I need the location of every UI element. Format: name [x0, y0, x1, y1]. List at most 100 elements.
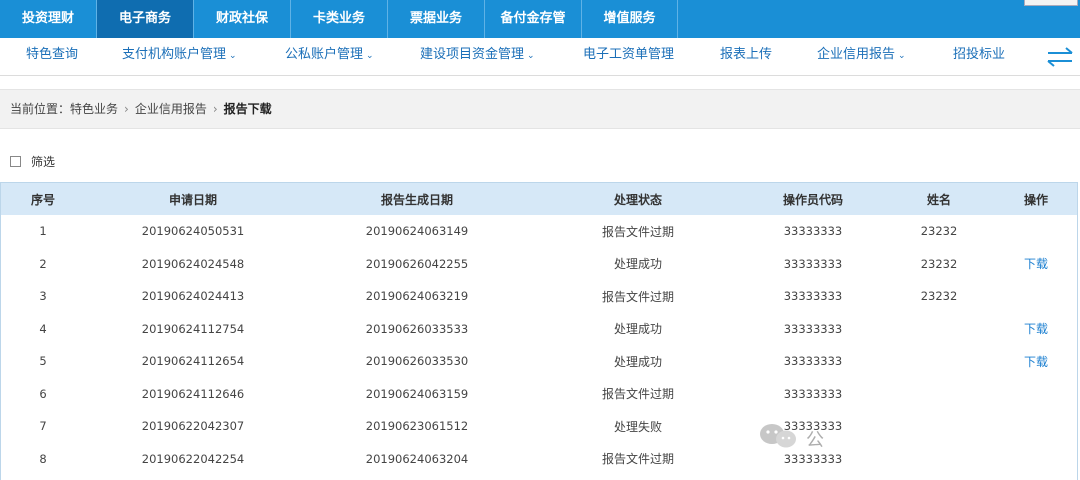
cell-name	[883, 443, 995, 476]
cell-action: 下载	[995, 248, 1077, 281]
cell-action	[995, 443, 1077, 476]
cell-no: 4	[39, 321, 47, 336]
tab-finance-social-security[interactable]: 财政社保	[194, 0, 291, 38]
cell-operator: 33333333	[783, 256, 843, 271]
cell-action	[995, 378, 1077, 411]
cell-apply-date: 20190624112646	[141, 386, 245, 401]
cell-name: 23232	[920, 289, 958, 304]
cell-gen-date: 20190624063149	[365, 224, 469, 239]
tab-investment[interactable]: 投资理财	[0, 0, 97, 38]
subnav-label: 招投标业	[953, 47, 1006, 62]
chevron-down-icon: ⌄	[366, 51, 374, 61]
column-header-action: 操作	[1023, 192, 1048, 207]
cell-status: 处理成功	[613, 257, 662, 272]
column-header-status: 处理状态	[613, 192, 662, 207]
subnav-item-special-query[interactable]: 特色查询	[26, 38, 78, 74]
table-row: 7 20190622042307 20190623061512 处理失败 3333333…	[1, 410, 1077, 443]
cell-status: 报告文件过期	[601, 289, 674, 304]
chevron-down-icon: ⌄	[527, 51, 535, 61]
cell-gen-date: 20190624063204	[365, 451, 469, 466]
breadcrumb-item-report-download: 报告下载	[223, 102, 272, 116]
subnav-item-construction-funds[interactable]: 建设项目资金管理 ⌄	[420, 38, 535, 74]
subnav-item-report-upload[interactable]: 报表上传	[720, 38, 772, 74]
cell-no: 1	[39, 224, 47, 239]
tab-reserve-custody[interactable]: 备付金存管	[485, 0, 582, 38]
cell-no: 6	[39, 386, 47, 401]
subnav-item-bidding[interactable]: 招投标业	[953, 38, 1005, 74]
cell-action: 下载	[995, 345, 1077, 378]
subnav-label: 支付机构账户管理	[122, 47, 227, 62]
subnav-item-public-private-accounts[interactable]: 公私账户管理 ⌄	[285, 38, 374, 74]
cell-action	[995, 410, 1077, 443]
cell-name	[883, 313, 995, 346]
subnav-label: 特色查询	[26, 47, 79, 62]
filter-label: 筛选	[31, 155, 56, 169]
table-row: 8 20190622042254 20190624063204 报告文件过期 33333…	[1, 443, 1077, 476]
cell-no: 3	[39, 289, 47, 304]
subnav-label: 建设项目资金管理	[420, 47, 525, 62]
breadcrumb: 当前位置：特色业务 › 企业信用报告 › 报告下载	[0, 89, 1080, 129]
cell-gen-date: 20190626042255	[365, 256, 469, 271]
breadcrumb-item-special-business[interactable]: 特色业务	[70, 102, 118, 116]
subnav-item-payment-institution-accounts[interactable]: 支付机构账户管理 ⌄	[122, 38, 237, 74]
table-row: 1 20190624050531 20190624063149 报告文件过期 33333…	[1, 215, 1077, 248]
subnav-label: 报表上传	[720, 47, 773, 62]
tab-value-added-services[interactable]: 增值服务	[582, 0, 678, 38]
sub-nav-bar: 特色查询 支付机构账户管理 ⌄ 公私账户管理 ⌄ 建设项目资金管理 ⌄ 电子工资单管理…	[0, 38, 1080, 76]
tab-bill-business[interactable]: 票据业务	[388, 0, 485, 38]
cell-gen-date: 20190624063159	[365, 386, 469, 401]
swap-arrows-icon[interactable]	[1044, 44, 1076, 70]
column-header-no: 序号	[30, 192, 55, 207]
cell-gen-date: 20190626033533	[365, 321, 469, 336]
breadcrumb-item-credit-report[interactable]: 企业信用报告	[135, 102, 207, 116]
corner-button[interactable]	[1024, 0, 1078, 6]
cell-status: 报告文件过期	[601, 224, 674, 239]
download-link[interactable]: 下载	[1024, 355, 1048, 369]
subnav-item-e-payslip[interactable]: 电子工资单管理	[583, 38, 674, 74]
column-header-apply-date: 申请日期	[168, 192, 217, 207]
cell-status: 处理失败	[613, 419, 662, 434]
cell-action	[995, 280, 1077, 313]
cell-operator: 33333333	[783, 224, 843, 239]
cell-apply-date: 20190622042254	[141, 451, 245, 466]
cell-apply-date: 20190624024413	[141, 289, 245, 304]
cell-status: 处理成功	[613, 354, 662, 369]
subnav-item-credit-report[interactable]: 企业信用报告 ⌄	[817, 38, 906, 74]
cell-status: 报告文件过期	[601, 387, 674, 402]
cell-name	[883, 378, 995, 411]
subnav-label: 公私账户管理	[285, 47, 364, 62]
cell-gen-date: 20190626033530	[365, 354, 469, 369]
breadcrumb-separator: ›	[124, 102, 129, 116]
subnav-label: 电子工资单管理	[583, 47, 675, 62]
table-row: 2 20190624024548 20190626042255 处理成功 3333333…	[1, 248, 1077, 281]
column-header-gen-date: 报告生成日期	[380, 192, 453, 207]
cell-name	[883, 345, 995, 378]
tab-card-business[interactable]: 卡类业务	[291, 0, 388, 38]
table-row: 6 20190624112646 20190624063159 报告文件过期 33333…	[1, 378, 1077, 411]
cell-no: 2	[39, 256, 47, 271]
breadcrumb-separator: ›	[212, 102, 218, 116]
table-row: 5 20190624112654 20190626033530 处理成功 3333333…	[1, 345, 1077, 378]
subnav-label: 企业信用报告	[817, 47, 896, 62]
download-link[interactable]: 下载	[1024, 257, 1048, 271]
chevron-down-icon: ⌄	[898, 51, 906, 61]
filter-toggle[interactable]: 筛选	[10, 153, 55, 171]
cell-action	[995, 215, 1077, 248]
cell-no: 8	[39, 451, 47, 466]
cell-no: 5	[39, 354, 47, 369]
column-header-name: 姓名	[926, 192, 951, 207]
table-row: 4 20190624112754 20190626033533 处理成功 3333333…	[1, 313, 1077, 346]
download-link[interactable]: 下载	[1024, 322, 1048, 336]
cell-operator: 33333333	[783, 289, 843, 304]
cell-status: 报告文件过期	[601, 452, 674, 467]
cell-operator: 33333333	[783, 321, 843, 336]
filter-checkbox[interactable]	[10, 156, 21, 167]
cell-gen-date: 20190624063219	[365, 289, 469, 304]
table-row: 3 20190624024413 20190624063219 报告文件过期 33333…	[1, 280, 1077, 313]
table-header-row: 序号 申请日期 报告生成日期 处理状态 操作员代码 姓名 操作	[1, 183, 1077, 215]
cell-apply-date: 20190624112754	[141, 321, 245, 336]
cell-apply-date: 20190624024548	[141, 256, 245, 271]
breadcrumb-prefix: 当前位置：	[10, 102, 71, 116]
tab-e-commerce[interactable]: 电子商务	[97, 0, 194, 38]
cell-gen-date: 20190623061512	[365, 419, 469, 434]
